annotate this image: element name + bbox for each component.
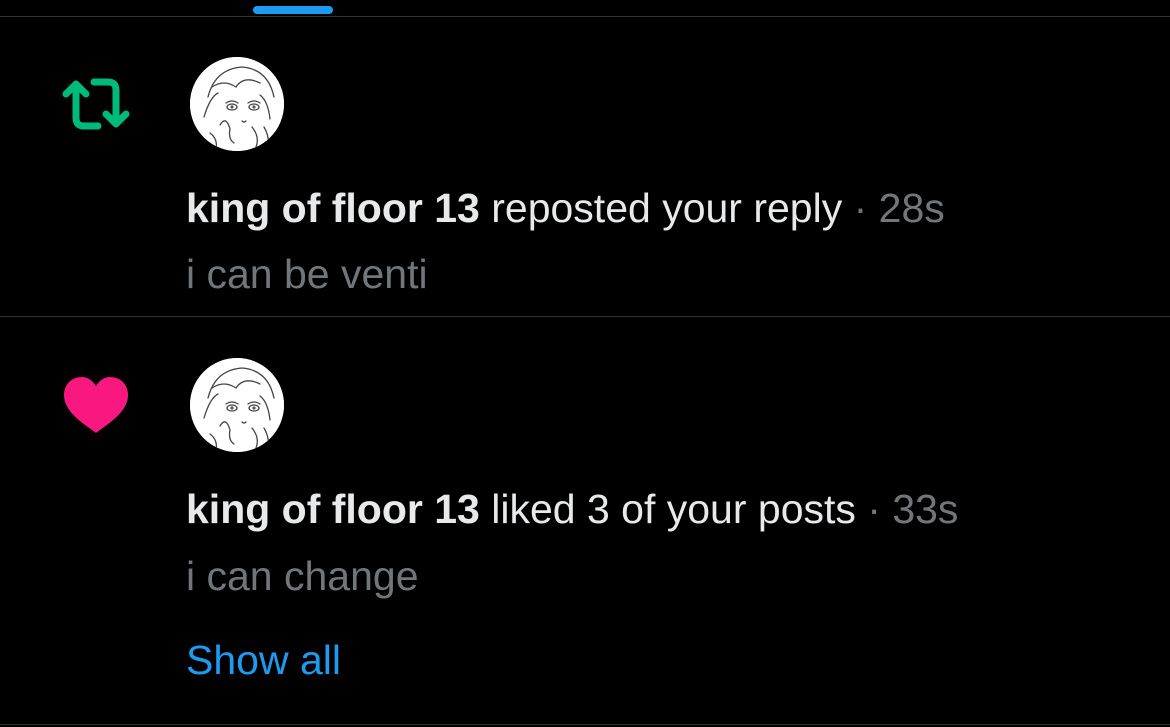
timestamp: 33s [892, 486, 959, 532]
separator: · [855, 486, 893, 532]
show-all-link[interactable]: Show all [186, 636, 341, 684]
notification-repost[interactable]: king of floor 13 reposted your reply · 2… [0, 16, 1170, 316]
repost-icon [56, 72, 136, 136]
avatar[interactable] [190, 57, 284, 151]
notification-action: liked 3 of your posts [479, 486, 856, 532]
notification-like[interactable]: king of floor 13 liked 3 of your posts ·… [0, 317, 1170, 725]
notification-text: king of floor 13 reposted your reply · 2… [186, 184, 945, 232]
actor-name[interactable]: king of floor 13 [186, 486, 480, 532]
actor-name[interactable]: king of floor 13 [186, 185, 480, 231]
heart-icon [56, 373, 136, 437]
notification-text: king of floor 13 liked 3 of your posts ·… [186, 485, 958, 533]
post-preview[interactable]: i can change [186, 552, 419, 600]
separator: · [842, 185, 879, 231]
active-tab-indicator [253, 6, 333, 14]
avatar[interactable] [190, 358, 284, 452]
notification-action: reposted your reply [479, 185, 843, 231]
post-preview[interactable]: i can be venti [186, 250, 428, 298]
divider [0, 724, 1170, 725]
timestamp: 28s [878, 185, 945, 231]
